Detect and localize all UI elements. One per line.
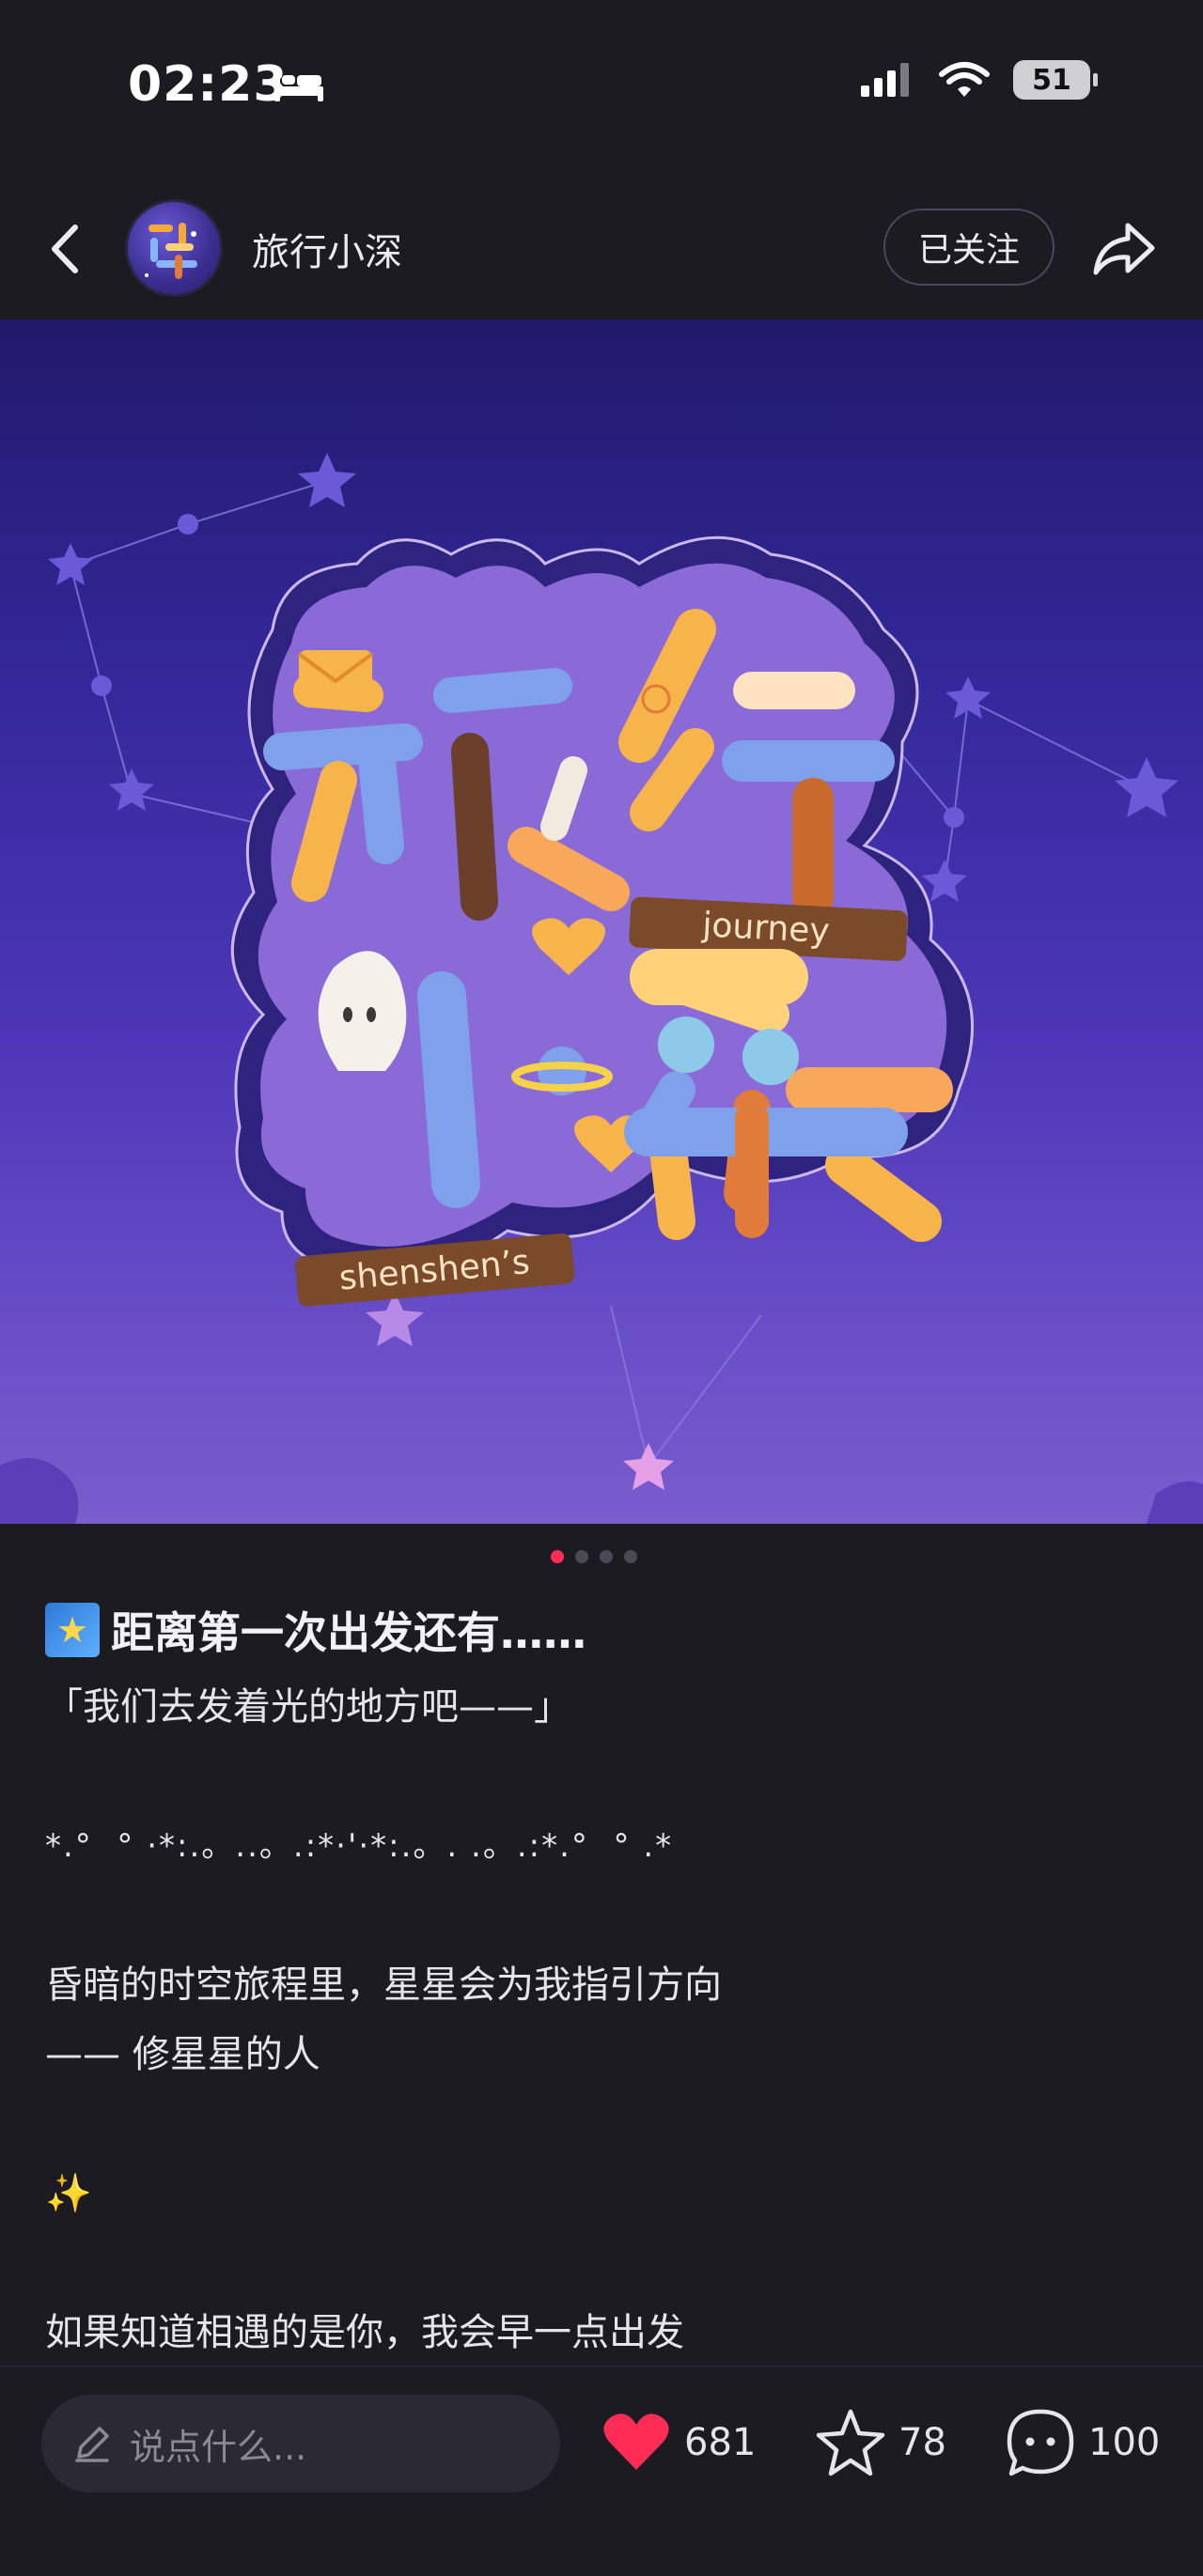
post-title-row: ★ 距离第一次出发还有…… xyxy=(45,1588,1164,1672)
comment-input[interactable]: 说点什么... xyxy=(41,2395,560,2492)
shooting-star-icon: ★ xyxy=(45,1603,100,1657)
battery-indicator: 51 xyxy=(1013,60,1098,100)
carousel-dot xyxy=(575,1550,588,1563)
follow-button[interactable]: 已关注 xyxy=(883,209,1055,286)
comment-bubble-icon xyxy=(1007,2409,1074,2476)
post-title: 距离第一次出发还有…… xyxy=(111,1607,586,1658)
journey-tag: journey xyxy=(700,906,830,951)
post-text-line: 「我们去发着光的地方吧——」 xyxy=(45,1685,571,1729)
heart-icon xyxy=(603,2413,669,2470)
bottom-action-bar: 说点什么... 681 78 100 xyxy=(0,2366,1203,2576)
author-avatar[interactable] xyxy=(125,199,223,297)
status-time: 02:23 xyxy=(128,56,289,113)
post-text-line: 如果知道相遇的是你，我会早一点出发 xyxy=(45,2311,684,2354)
favorite-count: 78 xyxy=(898,2421,946,2464)
sleep-focus-icon xyxy=(274,71,323,101)
post-header: 旅行小深 已关注 xyxy=(0,178,1203,319)
comment-button[interactable]: 100 xyxy=(1004,2406,1160,2479)
like-count: 681 xyxy=(684,2421,757,2464)
carousel-dot xyxy=(600,1550,613,1563)
favorite-button[interactable]: 78 xyxy=(814,2406,946,2479)
pencil-icon xyxy=(75,2427,109,2462)
author-name[interactable]: 旅行小深 xyxy=(252,222,402,276)
carousel-dot xyxy=(624,1550,637,1563)
post-content: ★ 距离第一次出发还有…… 「我们去发着光的地方吧——」 *.° ° ·*:.。… xyxy=(45,1588,1164,2367)
status-bar: 02:23 51 xyxy=(0,0,1203,178)
back-icon[interactable] xyxy=(38,216,94,282)
carousel-indicator xyxy=(551,1550,637,1563)
cover-image[interactable]: journey shenshen’s xyxy=(0,319,1203,1524)
post-decoration-line: *.° ° ·*:.。..。.:*·'·*:.。. .。.:*.° ° .* xyxy=(45,1827,674,1865)
status-indicators: 51 xyxy=(859,60,1098,100)
like-button[interactable]: 681 xyxy=(600,2406,756,2479)
post-text-line: —— 修星星的人 xyxy=(45,2033,320,2076)
post-text-line: 昏暗的时空旅程里，星星会为我指引方向 xyxy=(45,1963,722,2007)
cellular-signal-icon xyxy=(861,63,909,97)
comment-placeholder: 说点什么... xyxy=(130,2426,307,2468)
cover-illustration: journey shenshen’s xyxy=(0,453,1203,1524)
share-icon[interactable] xyxy=(1090,216,1158,282)
wifi-icon xyxy=(939,62,990,97)
sparkles-icon: ✨ xyxy=(45,2172,92,2215)
carousel-dot xyxy=(551,1550,564,1563)
comment-count: 100 xyxy=(1088,2421,1161,2464)
avatar-logo-image xyxy=(145,223,197,279)
star-icon xyxy=(816,2409,885,2476)
